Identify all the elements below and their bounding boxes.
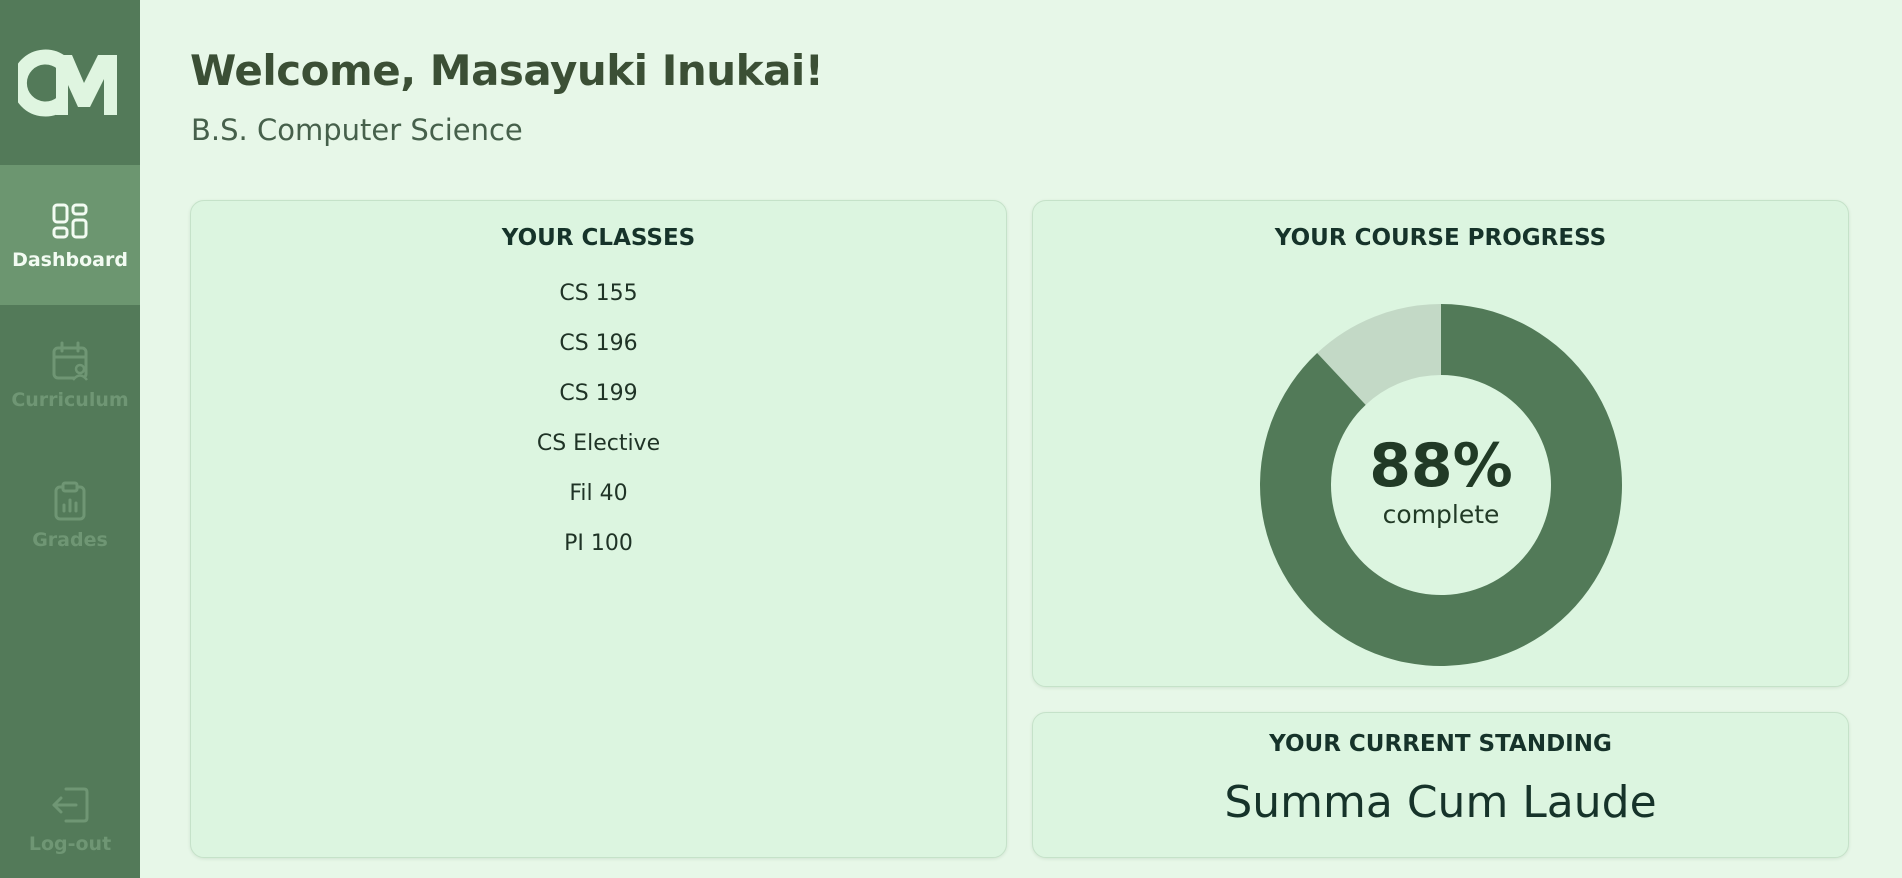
class-item: CS Elective bbox=[536, 431, 661, 456]
sidebar-item-label: Grades bbox=[32, 529, 108, 551]
app-root: Dashboard Curriculum Grades Log-out Welc… bbox=[0, 0, 1902, 878]
sidebar: Dashboard Curriculum Grades Log-out bbox=[0, 0, 140, 878]
classes-card: YOUR CLASSES CS 155 CS 196 CS 199 CS Ele… bbox=[190, 200, 1007, 858]
sidebar-item-label: Curriculum bbox=[11, 389, 129, 411]
standing-card-title: YOUR CURRENT STANDING bbox=[1269, 731, 1612, 757]
logout-icon bbox=[52, 787, 89, 823]
standing-value: Summa Cum Laude bbox=[1224, 777, 1657, 828]
progress-caption: complete bbox=[1382, 499, 1500, 529]
progress-card-title: YOUR COURSE PROGRESS bbox=[1274, 225, 1607, 251]
logout-button[interactable]: Log-out bbox=[0, 760, 140, 878]
class-item: CS 199 bbox=[559, 381, 638, 406]
sidebar-item-dashboard[interactable]: Dashboard bbox=[0, 165, 140, 305]
sidebar-item-grades[interactable]: Grades bbox=[0, 445, 140, 585]
page-subtitle: B.S. Computer Science bbox=[191, 113, 523, 147]
progress-percent: 88% bbox=[1369, 430, 1513, 501]
sidebar-item-curriculum[interactable]: Curriculum bbox=[0, 305, 140, 445]
progress-donut-chart: 88% complete bbox=[1260, 304, 1622, 666]
class-item: CS 196 bbox=[559, 331, 638, 356]
classes-card-title: YOUR CLASSES bbox=[501, 225, 696, 251]
class-item: PI 100 bbox=[564, 531, 633, 556]
logout-label: Log-out bbox=[28, 833, 112, 855]
current-standing-card: YOUR CURRENT STANDING Summa Cum Laude bbox=[1032, 712, 1849, 858]
calendar-user-icon bbox=[52, 341, 88, 381]
page-title: Welcome, Masayuki Inukai! bbox=[190, 46, 824, 95]
app-logo[interactable] bbox=[0, 0, 140, 165]
sidebar-item-label: Dashboard bbox=[12, 249, 128, 271]
class-item: CS 155 bbox=[559, 281, 638, 306]
dashboard-grid-icon bbox=[52, 203, 88, 239]
clipboard-chart-icon bbox=[54, 481, 86, 521]
logo-mark-icon bbox=[18, 49, 117, 116]
class-item: Fil 40 bbox=[569, 481, 628, 506]
donut-center: 88% complete bbox=[1260, 304, 1622, 666]
class-list: CS 155 CS 196 CS 199 CS Elective Fil 40 … bbox=[191, 269, 1006, 569]
course-progress-card: YOUR COURSE PROGRESS 88% complete bbox=[1032, 200, 1849, 687]
